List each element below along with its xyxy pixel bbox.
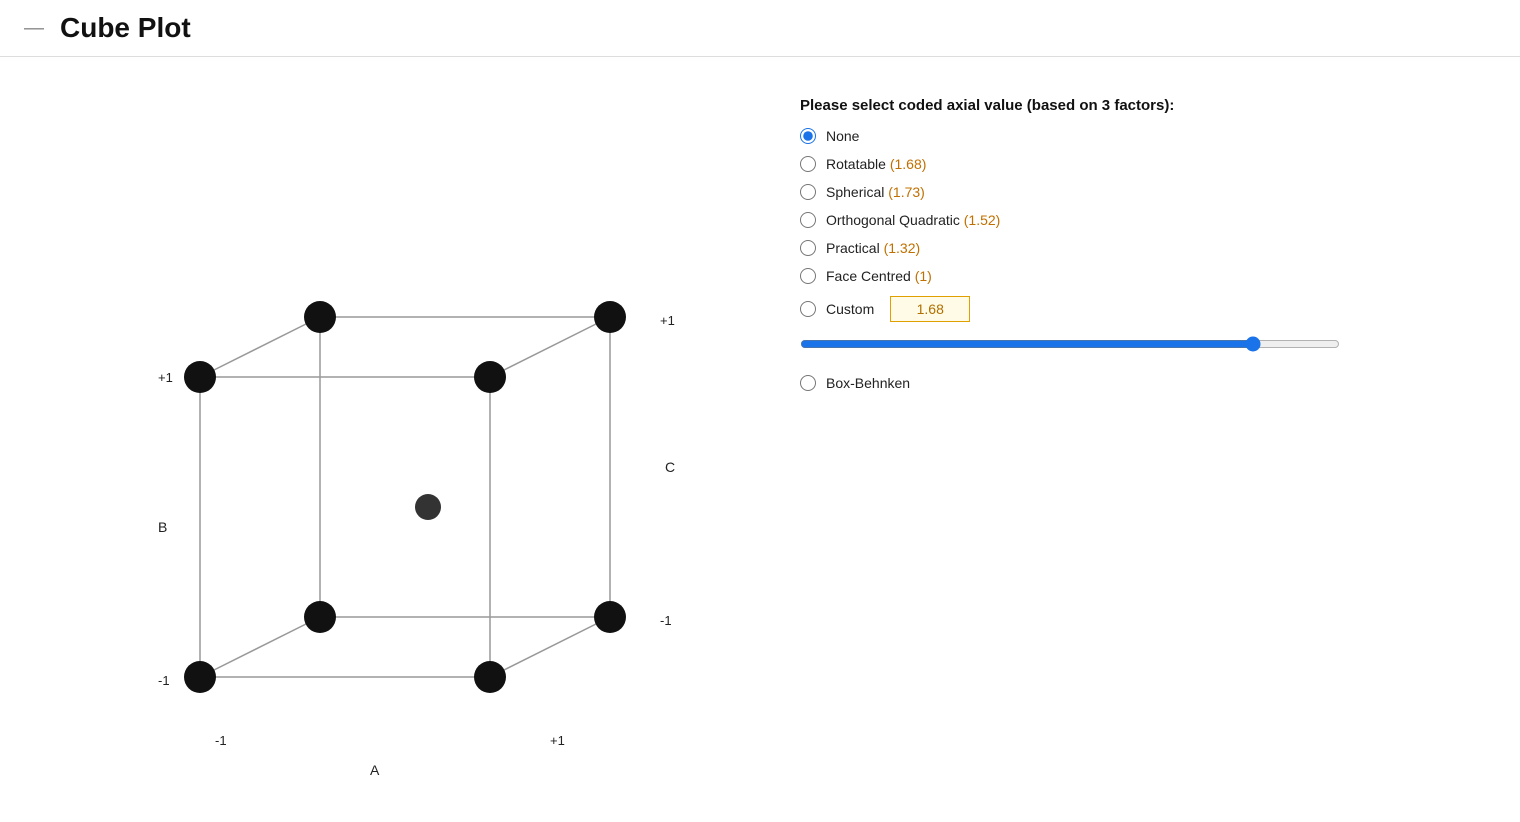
radio-item-practical[interactable]: Practical (1.32) — [800, 240, 1480, 256]
c-neg-label: -1 — [660, 613, 672, 628]
radio-item-spherical[interactable]: Spherical (1.73) — [800, 184, 1480, 200]
slider-container — [800, 336, 1480, 357]
c-axis-label: C — [665, 459, 675, 475]
a-neg-label: -1 — [215, 733, 227, 748]
radio-item-custom: Custom — [800, 296, 1480, 322]
cube-vertex — [474, 361, 506, 393]
axial-slider[interactable] — [800, 336, 1340, 352]
cube-plot-area: -1 +1 A +1 -1 B -1 +1 C — [40, 77, 740, 802]
b-axis-label: B — [158, 519, 167, 535]
radio-label-none: None — [826, 128, 859, 144]
radio-item-face-centred[interactable]: Face Centred (1) — [800, 268, 1480, 284]
radio-label-practical: Practical (1.32) — [826, 240, 920, 256]
cube-vertex — [304, 601, 336, 633]
radio-rotatable[interactable] — [800, 156, 816, 172]
page-title: Cube Plot — [60, 12, 191, 44]
radio-label-rotatable: Rotatable (1.68) — [826, 156, 926, 172]
right-panel: Please select coded axial value (based o… — [800, 77, 1480, 391]
custom-radio-label[interactable]: Custom — [800, 301, 874, 317]
cube-edge — [490, 617, 610, 677]
c-pos-label: +1 — [660, 313, 675, 328]
b-pos-label: +1 — [158, 370, 173, 385]
cube-edge — [200, 617, 320, 677]
radio-label-ortho: Orthogonal Quadratic (1.52) — [826, 212, 1000, 228]
a-pos-label: +1 — [550, 733, 565, 748]
header: — Cube Plot — [0, 0, 1520, 57]
cube-vertex — [184, 661, 216, 693]
radio-item-none[interactable]: None — [800, 128, 1480, 144]
cube-vertex — [594, 601, 626, 633]
panel-title: Please select coded axial value (based o… — [800, 97, 1480, 114]
radio-label-custom: Custom — [826, 301, 874, 317]
cube-vertex — [594, 301, 626, 333]
cube-vertex — [474, 661, 506, 693]
radio-spherical[interactable] — [800, 184, 816, 200]
cube-center — [415, 494, 441, 520]
radio-item-box-behnken[interactable]: Box-Behnken — [800, 375, 1480, 391]
header-dash: — — [24, 17, 44, 40]
radio-label-box-behnken: Box-Behnken — [826, 375, 910, 391]
cube-vertex — [304, 301, 336, 333]
radio-none[interactable] — [800, 128, 816, 144]
custom-value-input[interactable] — [890, 296, 970, 322]
radio-item-rotatable[interactable]: Rotatable (1.68) — [800, 156, 1480, 172]
radio-label-spherical: Spherical (1.73) — [826, 184, 925, 200]
cube-svg: -1 +1 A +1 -1 B -1 +1 C — [40, 77, 720, 797]
radio-ortho[interactable] — [800, 212, 816, 228]
radio-group: None Rotatable (1.68) Spherical (1.73) — [800, 128, 1480, 391]
cube-vertex — [184, 361, 216, 393]
cube-edge — [490, 317, 610, 377]
main-content: -1 +1 A +1 -1 B -1 +1 C Please select co… — [0, 57, 1520, 822]
radio-label-face-centred: Face Centred (1) — [826, 268, 932, 284]
radio-custom[interactable] — [800, 301, 816, 317]
cube-edge — [200, 317, 320, 377]
a-axis-label: A — [370, 762, 380, 778]
b-neg-label: -1 — [158, 673, 170, 688]
radio-box-behnken[interactable] — [800, 375, 816, 391]
radio-practical[interactable] — [800, 240, 816, 256]
radio-face-centred[interactable] — [800, 268, 816, 284]
radio-item-ortho[interactable]: Orthogonal Quadratic (1.52) — [800, 212, 1480, 228]
